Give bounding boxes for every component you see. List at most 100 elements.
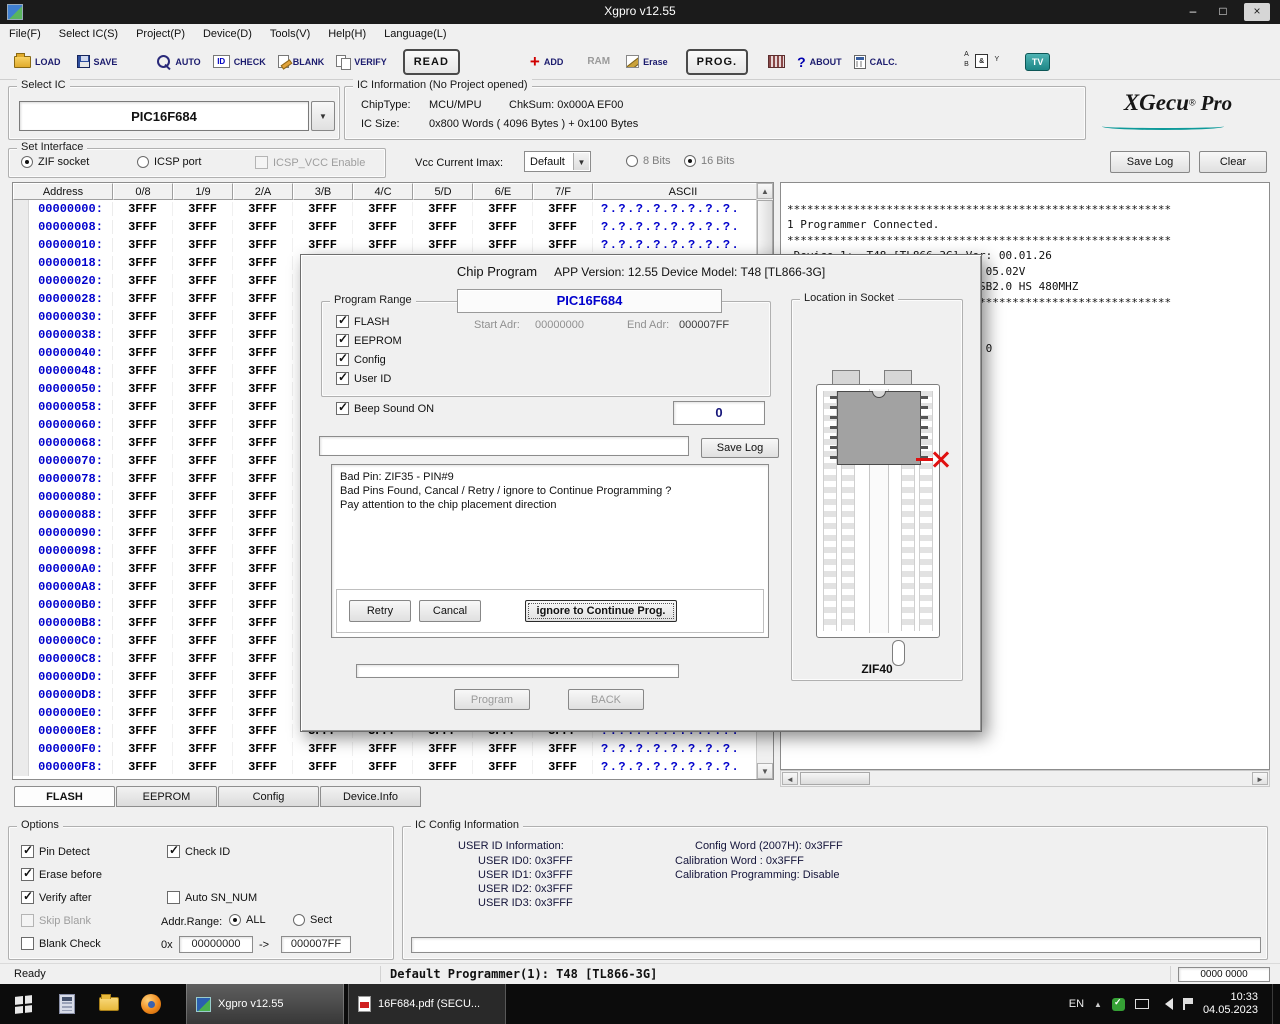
hex-cell[interactable]: 3FFF: [233, 274, 293, 288]
security-shield-icon[interactable]: [1112, 998, 1125, 1011]
hex-cell[interactable]: 3FFF: [113, 490, 173, 504]
hex-cell[interactable]: 3FFF: [113, 688, 173, 702]
hex-cell[interactable]: 3FFF: [113, 202, 173, 216]
hex-cell[interactable]: 3FFF: [533, 742, 593, 756]
hex-cell[interactable]: 3FFF: [173, 580, 233, 594]
hex-cell[interactable]: 3FFF: [353, 202, 413, 216]
config-info-field[interactable]: [411, 937, 1261, 953]
hex-cell[interactable]: 3FFF: [113, 526, 173, 540]
scroll-right-button[interactable]: [1252, 772, 1268, 785]
scroll-left-button[interactable]: [782, 772, 798, 785]
hex-cell[interactable]: 3FFF: [353, 238, 413, 252]
vcc-current-dropdown[interactable]: Default: [524, 151, 591, 172]
hex-cell[interactable]: 3FFF: [113, 328, 173, 342]
scroll-up-button[interactable]: [757, 183, 773, 199]
checkbox-skip-blank[interactable]: Skip Blank: [21, 914, 91, 927]
hex-cell[interactable]: 3FFF: [173, 292, 233, 306]
scrollbar-thumb[interactable]: [800, 772, 870, 785]
retry-button[interactable]: Retry: [349, 600, 411, 622]
volume-icon[interactable]: [1159, 998, 1173, 1010]
range-start-input[interactable]: 00000000: [179, 936, 253, 953]
hex-cell[interactable]: 3FFF: [233, 544, 293, 558]
hex-cell[interactable]: 3FFF: [353, 742, 413, 756]
hex-cell[interactable]: 3FFF: [173, 508, 233, 522]
hex-cell[interactable]: 3FFF: [173, 760, 233, 774]
toolbar-save-button[interactable]: SAVE: [77, 49, 118, 75]
hex-cell[interactable]: 3FFF: [233, 670, 293, 684]
hex-cell[interactable]: 3FFF: [113, 670, 173, 684]
hex-cell[interactable]: 3FFF: [413, 202, 473, 216]
hex-cell[interactable]: 3FFF: [173, 418, 233, 432]
ignore-continue-button[interactable]: ignore to Continue Prog.: [525, 600, 677, 622]
hex-cell[interactable]: 3FFF: [113, 598, 173, 612]
tab-config[interactable]: Config: [218, 786, 319, 807]
hex-cell[interactable]: 3FFF: [293, 202, 353, 216]
cancel-button[interactable]: Cancal: [419, 600, 481, 622]
hex-cell[interactable]: 3FFF: [173, 274, 233, 288]
checkbox-verify-after[interactable]: Verify after: [21, 891, 92, 904]
hex-cell[interactable]: 3FFF: [533, 220, 593, 234]
hex-cell[interactable]: 3FFF: [173, 436, 233, 450]
checkbox-beep-sound[interactable]: Beep Sound ON: [336, 402, 434, 415]
hex-cell[interactable]: 3FFF: [233, 400, 293, 414]
hex-cell[interactable]: 3FFF: [233, 472, 293, 486]
toolbar-tv-button[interactable]: TV: [1025, 49, 1050, 75]
menu-select-ic[interactable]: Select IC(S): [50, 25, 127, 43]
checkbox-eeprom[interactable]: EEPROM: [336, 334, 402, 347]
toolbar-auto-button[interactable]: AUTO: [157, 49, 200, 75]
hex-cell[interactable]: 3FFF: [113, 364, 173, 378]
hex-cell[interactable]: 3FFF: [233, 634, 293, 648]
hex-cell[interactable]: 3FFF: [533, 760, 593, 774]
range-end-input[interactable]: 000007FF: [281, 936, 351, 953]
language-indicator[interactable]: EN: [1069, 998, 1084, 1010]
toolbar-logic-button[interactable]: AB&Y: [963, 49, 999, 75]
toolbar-add-button[interactable]: +ADD: [530, 49, 563, 75]
dialog-save-log-button[interactable]: Save Log: [701, 438, 779, 458]
taskbar-explorer-button[interactable]: [88, 984, 130, 1024]
ic-select-dropdown-button[interactable]: [311, 101, 335, 131]
radio-icsp-port[interactable]: ICSP port: [137, 156, 202, 168]
hex-cell[interactable]: 3FFF: [233, 292, 293, 306]
tab-eeprom[interactable]: EEPROM: [116, 786, 217, 807]
taskbar-task-2[interactable]: 16F684.pdf (SECU...: [348, 984, 506, 1024]
network-monitor-icon[interactable]: [1135, 999, 1149, 1009]
radio-zif-socket[interactable]: ZIF socket: [21, 156, 89, 168]
hex-cell[interactable]: 3FFF: [113, 382, 173, 396]
hex-cell[interactable]: 3FFF: [353, 760, 413, 774]
hex-cell[interactable]: 3FFF: [113, 454, 173, 468]
checkbox-pin-detect[interactable]: Pin Detect: [21, 845, 90, 858]
tray-expand-icon[interactable]: [1094, 998, 1102, 1010]
hex-cell[interactable]: 3FFF: [413, 742, 473, 756]
menu-tools[interactable]: Tools(V): [261, 25, 319, 43]
menu-file[interactable]: File(F): [0, 25, 50, 43]
hex-cell[interactable]: 3FFF: [233, 562, 293, 576]
hex-cell[interactable]: 3FFF: [173, 670, 233, 684]
hex-cell[interactable]: 3FFF: [233, 598, 293, 612]
checkbox-auto-sn-num[interactable]: Auto SN_NUM: [167, 891, 257, 904]
hex-cell[interactable]: 3FFF: [173, 652, 233, 666]
hex-cell[interactable]: 3FFF: [173, 598, 233, 612]
hex-cell[interactable]: 3FFF: [173, 562, 233, 576]
hex-cell[interactable]: 3FFF: [413, 760, 473, 774]
hex-cell[interactable]: 3FFF: [533, 202, 593, 216]
radio-addr-range-sect[interactable]: Sect: [293, 914, 332, 926]
hex-cell[interactable]: 3FFF: [113, 274, 173, 288]
scroll-down-button[interactable]: [757, 763, 773, 779]
hex-cell[interactable]: 3FFF: [233, 238, 293, 252]
hex-cell[interactable]: 3FFF: [113, 508, 173, 522]
hex-cell[interactable]: 3FFF: [233, 688, 293, 702]
toolbar-read-button[interactable]: READ: [403, 49, 460, 75]
radio-16-bits[interactable]: 16 Bits: [684, 155, 735, 167]
hex-cell[interactable]: 3FFF: [173, 688, 233, 702]
hex-cell[interactable]: 3FFF: [173, 472, 233, 486]
toolbar-chip-button[interactable]: [768, 49, 785, 75]
toolbar-calc-button[interactable]: CALC.: [854, 49, 898, 75]
menu-device[interactable]: Device(D): [194, 25, 261, 43]
hex-cell[interactable]: 3FFF: [233, 526, 293, 540]
hex-cell[interactable]: 3FFF: [173, 490, 233, 504]
hex-cell[interactable]: 3FFF: [233, 364, 293, 378]
hex-cell[interactable]: 3FFF: [113, 292, 173, 306]
back-button[interactable]: BACK: [568, 689, 644, 710]
close-button[interactable]: ×: [1244, 3, 1270, 21]
hex-cell[interactable]: 3FFF: [113, 742, 173, 756]
